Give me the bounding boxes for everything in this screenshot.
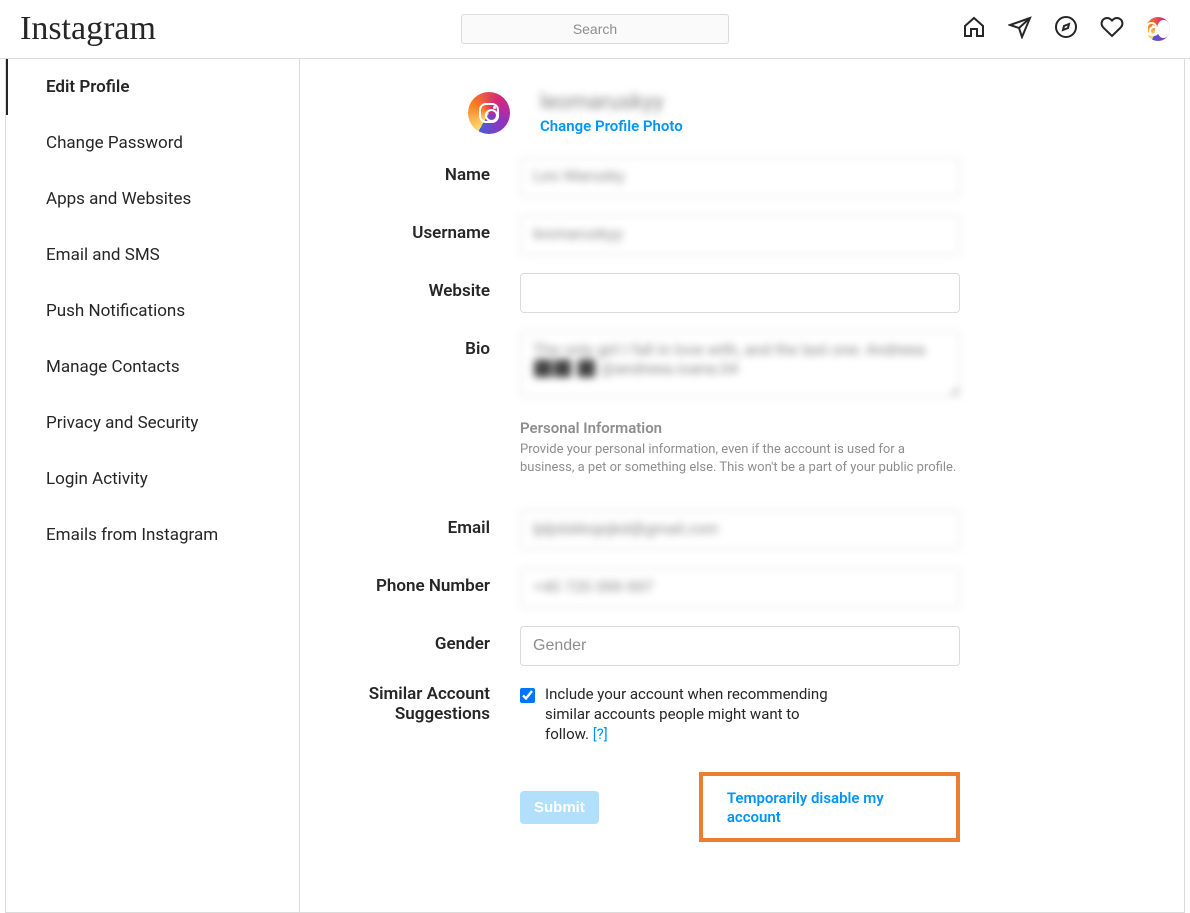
name-label: Name <box>360 157 520 185</box>
email-label: Email <box>360 510 520 538</box>
top-nav: Instagram <box>0 0 1190 59</box>
similar-suggestions-text: Include your account when recommending s… <box>545 684 845 745</box>
search-wrap <box>461 14 729 44</box>
heart-icon[interactable] <box>1100 15 1124 43</box>
disable-account-highlight: Temporarily disable my account <box>699 772 960 842</box>
edit-profile-form: leomaruskyy Change Profile Photo Name Us… <box>300 59 1184 912</box>
sidebar-item-edit-profile[interactable]: Edit Profile <box>6 59 299 115</box>
sidebar-item-privacy-security[interactable]: Privacy and Security <box>6 395 299 451</box>
sidebar-item-apps-websites[interactable]: Apps and Websites <box>6 171 299 227</box>
profile-avatar-icon[interactable] <box>1146 17 1170 41</box>
bio-label: Bio <box>360 331 520 359</box>
send-icon[interactable] <box>1008 15 1032 43</box>
similar-suggestions-checkbox[interactable] <box>520 688 535 703</box>
change-profile-photo-link[interactable]: Change Profile Photo <box>540 117 683 135</box>
website-label: Website <box>360 273 520 301</box>
website-input[interactable] <box>520 273 960 313</box>
brand-logo[interactable]: Instagram <box>20 10 156 48</box>
settings-container: Edit Profile Change Password Apps and We… <box>5 59 1185 913</box>
similar-suggestions-help-link[interactable]: [?] <box>593 725 608 743</box>
personal-info-title: Personal Information <box>520 419 960 437</box>
search-input[interactable] <box>461 14 729 44</box>
explore-icon[interactable] <box>1054 15 1078 43</box>
email-input[interactable] <box>520 510 960 550</box>
gender-input[interactable] <box>520 626 960 666</box>
sidebar-item-manage-contacts[interactable]: Manage Contacts <box>6 339 299 395</box>
sidebar-item-change-password[interactable]: Change Password <box>6 115 299 171</box>
profile-header: leomaruskyy Change Profile Photo <box>468 91 1124 135</box>
home-icon[interactable] <box>962 15 986 43</box>
profile-avatar[interactable] <box>468 92 510 134</box>
phone-input[interactable] <box>520 568 960 608</box>
sidebar-item-email-sms[interactable]: Email and SMS <box>6 227 299 283</box>
username-input[interactable] <box>520 215 960 255</box>
name-input[interactable] <box>520 157 960 197</box>
gender-label: Gender <box>360 626 520 654</box>
username-label: Username <box>360 215 520 243</box>
disable-account-link[interactable]: Temporarily disable my account <box>727 789 884 826</box>
settings-sidebar: Edit Profile Change Password Apps and We… <box>6 59 300 912</box>
profile-username: leomaruskyy <box>540 91 683 115</box>
sidebar-item-push-notifications[interactable]: Push Notifications <box>6 283 299 339</box>
submit-button[interactable]: Submit <box>520 791 599 824</box>
sidebar-item-login-activity[interactable]: Login Activity <box>6 451 299 507</box>
phone-label: Phone Number <box>360 568 520 596</box>
similar-suggestions-label: Similar Account Suggestions <box>360 684 520 724</box>
nav-icons <box>962 15 1170 43</box>
bio-input[interactable] <box>520 331 960 397</box>
sidebar-item-emails-from-instagram[interactable]: Emails from Instagram <box>6 507 299 563</box>
personal-info-desc: Provide your personal information, even … <box>520 441 960 477</box>
